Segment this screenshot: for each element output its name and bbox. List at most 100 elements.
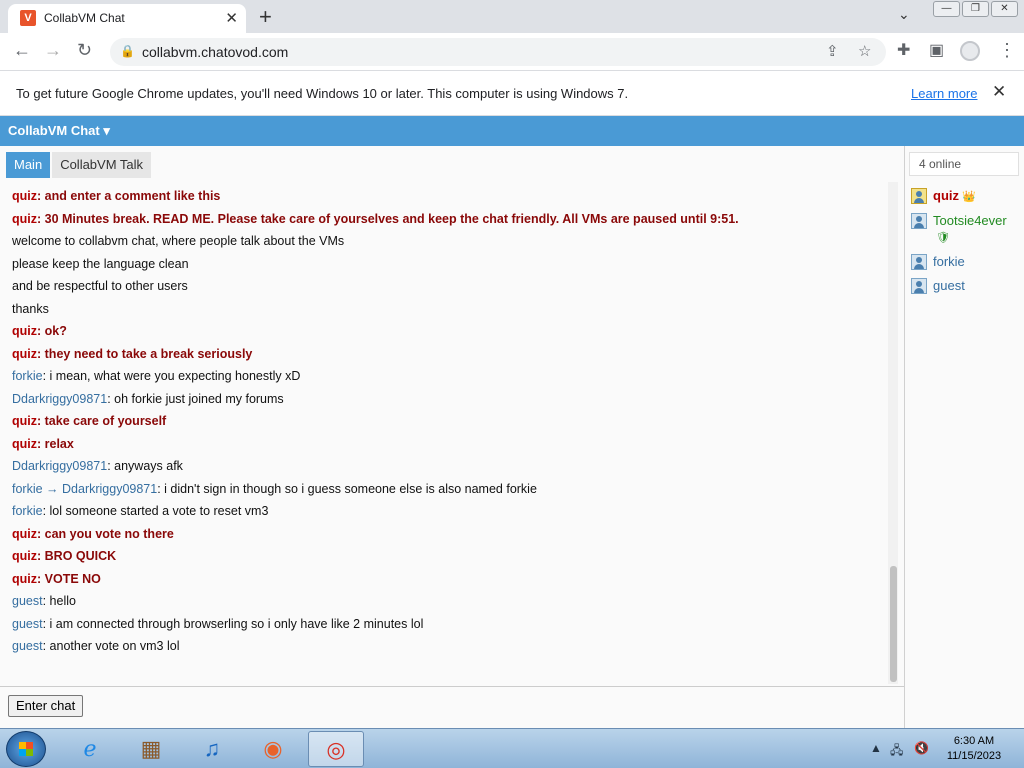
share-icon[interactable]: ⇪ — [826, 42, 839, 60]
tray-show-hidden-icon[interactable]: ▲ — [870, 741, 882, 755]
message-author[interactable]: quiz — [12, 324, 37, 338]
message-separator: : — [42, 616, 50, 631]
message-separator: : — [42, 594, 50, 608]
scrollbar-thumb[interactable] — [890, 566, 897, 682]
chat-message: quiz: VOTE NO — [12, 569, 882, 592]
message-author[interactable]: quiz — [12, 549, 37, 563]
message-text: hello — [49, 594, 76, 608]
tab-main[interactable]: Main — [6, 152, 51, 178]
message-separator: : — [37, 549, 45, 563]
message-author[interactable]: guest — [12, 594, 43, 608]
message-author[interactable]: quiz — [12, 347, 37, 361]
infobar-close-icon[interactable]: ✕ — [992, 82, 1006, 102]
message-author[interactable]: forkie → Ddarkriggy09871 — [12, 482, 157, 496]
chat-message: Ddarkriggy09871: oh forkie just joined m… — [12, 389, 882, 412]
user-list-item[interactable]: Tootsie4ever 🛡 — [911, 213, 1023, 246]
chat-message: thanks — [12, 299, 882, 322]
chat-message: quiz: relax — [12, 434, 882, 457]
restore-icon[interactable]: ❐ — [962, 1, 989, 17]
message-author[interactable]: quiz — [12, 189, 37, 203]
chat-input-area: Enter chat — [0, 686, 904, 728]
extensions-puzzle-icon[interactable]: ✚ — [897, 40, 910, 60]
enter-chat-button[interactable]: Enter chat — [8, 695, 84, 717]
message-text: they need to take a break seriously — [44, 346, 253, 361]
message-separator: : — [37, 324, 45, 338]
message-text: i mean, what were you expecting honestly… — [49, 369, 301, 383]
user-avatar-icon — [911, 254, 927, 270]
user-list-item[interactable]: guest — [911, 278, 1023, 294]
profile-avatar[interactable] — [960, 41, 980, 61]
message-separator: : — [42, 639, 50, 653]
message-author[interactable]: Ddarkriggy09871 — [12, 459, 107, 473]
message-text: 30 Minutes break. READ ME. Please take c… — [44, 211, 739, 226]
window-controls: — ❐ ✕ — [931, 1, 1018, 17]
message-author[interactable]: forkie — [12, 369, 43, 383]
firefox-icon[interactable]: ◉ — [245, 731, 301, 767]
chat-panel: Main CollabVM Talk quiz: and enter a com… — [0, 146, 904, 728]
internet-explorer-icon[interactable]: ℯ — [62, 731, 118, 767]
close-window-icon[interactable]: ✕ — [991, 1, 1018, 17]
message-text: lol someone started a vote to reset vm3 — [49, 504, 269, 518]
minimize-icon[interactable]: — — [933, 1, 960, 17]
tab-collabvm-talk[interactable]: CollabVM Talk — [52, 152, 152, 178]
address-bar[interactable]: 🔒 collabvm.chatovod.com ⇪ ☆ — [110, 38, 886, 66]
message-separator: : — [42, 504, 50, 518]
close-tab-icon[interactable]: ✕ — [225, 9, 238, 27]
shield-badge-icon: 🛡 — [936, 232, 950, 244]
chat-message: forkie → Ddarkriggy09871: i didn't sign … — [12, 479, 882, 502]
message-author[interactable]: quiz — [12, 527, 37, 541]
chat-message: forkie: i mean, what were you expecting … — [12, 366, 882, 389]
reload-icon[interactable]: ↻ — [77, 40, 92, 61]
message-text: and enter a comment like this — [44, 189, 221, 203]
user-list-item[interactable]: forkie — [911, 254, 1023, 270]
message-text: please keep the language clean — [12, 256, 189, 271]
file-explorer-icon[interactable]: ▦ — [123, 731, 179, 767]
browser-tabstrip: V CollabVM Chat ✕ + ⌄ — ❐ ✕ — [0, 0, 1024, 33]
message-author[interactable]: quiz — [12, 212, 37, 226]
user-list-item[interactable]: quiz 👑 — [911, 188, 1023, 205]
side-panel-icon[interactable]: ▣ — [929, 40, 944, 60]
browser-toolbar: ← → ↻ 🔒 collabvm.chatovod.com ⇪ ☆ ✚ ▣ ⋮ — [0, 33, 1024, 71]
lock-icon[interactable]: 🔒 — [120, 44, 135, 58]
chat-message: quiz: they need to take a break seriousl… — [12, 344, 882, 367]
bookmark-star-icon[interactable]: ☆ — [858, 42, 871, 60]
chat-title-dropdown[interactable]: CollabVM Chat ▾ — [8, 123, 110, 139]
message-author[interactable]: quiz — [12, 572, 37, 586]
message-author[interactable]: forkie — [12, 504, 43, 518]
music-player-icon[interactable]: ♫ — [184, 731, 240, 767]
start-button[interactable] — [6, 731, 46, 767]
collabvm-favicon-icon: V — [20, 10, 36, 26]
new-tab-icon[interactable]: + — [259, 4, 272, 30]
message-text: i didn't sign in though so i guess someo… — [164, 481, 537, 496]
message-separator: : — [37, 346, 45, 361]
chrome-menu-icon[interactable]: ⋮ — [998, 40, 1016, 61]
tab-title: CollabVM Chat — [44, 11, 125, 25]
message-author[interactable]: quiz — [12, 414, 37, 428]
browser-tab[interactable]: V CollabVM Chat ✕ — [8, 4, 246, 33]
back-arrow-icon[interactable]: ← — [13, 40, 31, 61]
user-list-panel: 4 online quiz 👑 Tootsie4ever 🛡 forkie guest — [904, 146, 1024, 728]
forward-arrow-icon[interactable]: → — [44, 40, 62, 61]
message-text: thanks — [12, 301, 49, 316]
chat-message: quiz: ok? — [12, 321, 882, 344]
chat-message: and be respectful to other users — [12, 276, 882, 299]
message-author[interactable]: guest — [12, 639, 43, 653]
volume-muted-icon[interactable]: 🔇 — [914, 741, 929, 755]
update-infobar: To get future Google Chrome updates, you… — [0, 71, 1024, 116]
chrome-taskbar-icon[interactable]: ◎ — [308, 731, 364, 767]
message-author[interactable]: Ddarkriggy09871 — [12, 392, 107, 406]
clock-date: 11/15/2023 — [946, 750, 1002, 762]
user-name: quiz — [933, 188, 959, 203]
crown-badge-icon: 👑 — [962, 191, 976, 203]
message-author[interactable]: quiz — [12, 437, 37, 451]
tab-search-icon[interactable]: ⌄ — [898, 6, 910, 23]
message-text: ok? — [44, 324, 67, 338]
system-clock[interactable]: 6:30 AM 11/15/2023 — [944, 734, 1004, 764]
message-separator: : — [37, 571, 45, 586]
message-text: another vote on vm3 lol — [49, 639, 180, 653]
learn-more-link[interactable]: Learn more — [911, 86, 977, 101]
message-list: quiz: and enter a comment like this quiz:… — [12, 186, 882, 686]
chat-message: quiz: take care of yourself — [12, 411, 882, 434]
network-icon[interactable]: 🖧 — [890, 741, 903, 762]
message-author[interactable]: guest — [12, 617, 43, 631]
